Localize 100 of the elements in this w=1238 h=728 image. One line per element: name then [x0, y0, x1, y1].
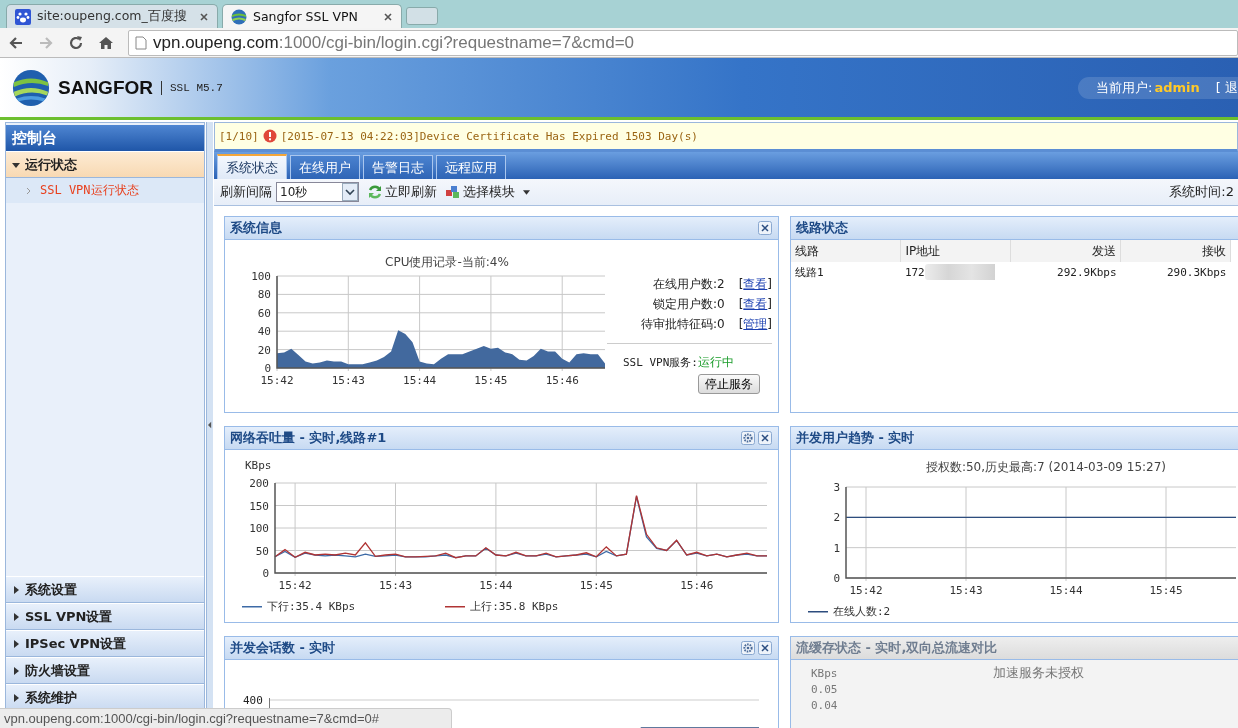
- tick-label: 400: [243, 694, 263, 707]
- collapse-icon[interactable]: [208, 421, 212, 429]
- dropdown-icon: [342, 183, 358, 201]
- warning-icon: [262, 129, 277, 143]
- sidebar-section[interactable]: 系统设置: [6, 576, 204, 603]
- tick-label: 15:43: [378, 579, 413, 592]
- tick-label: 200: [249, 477, 269, 490]
- sidebar-section[interactable]: SSL VPN设置: [6, 603, 204, 630]
- caret-icon: [523, 189, 530, 195]
- stat-link[interactable]: 管理: [743, 316, 768, 331]
- tick-label: 50: [255, 544, 269, 558]
- stat-label: 锁定用户数:0: [652, 295, 725, 313]
- tick-label: 15:46: [545, 374, 579, 387]
- panel-title: 流缓存状态 - 实时,双向总流速对比: [796, 639, 999, 657]
- back-icon[interactable]: [8, 34, 24, 51]
- column-header[interactable]: 发送: [1010, 240, 1121, 262]
- page-icon: [135, 35, 147, 50]
- service-status: 运行中: [698, 354, 734, 371]
- tab[interactable]: 远程应用: [436, 155, 506, 179]
- legend-label: 在线人数:2: [833, 604, 891, 619]
- close-icon[interactable]: [758, 431, 772, 445]
- stat-link[interactable]: 查看: [743, 276, 768, 291]
- sidebar-section[interactable]: 运行状态: [6, 151, 204, 178]
- tick-label: 40: [257, 325, 271, 339]
- module-menu-button[interactable]: 选择模块: [445, 183, 530, 201]
- stat-label: 在线用户数:2: [652, 275, 725, 293]
- bracket: ]: [767, 296, 772, 311]
- column-header[interactable]: 线路: [791, 240, 901, 262]
- table-cell: 172: [904, 265, 925, 279]
- table-cell: 线路1: [795, 265, 824, 279]
- tick-label: 15:42: [278, 579, 312, 592]
- tick-label: 15:42: [260, 374, 294, 387]
- settings-icon[interactable]: [741, 641, 755, 655]
- close-icon[interactable]: [199, 11, 209, 22]
- column-header[interactable]: IP地址: [900, 240, 1011, 262]
- user-name: admin: [1154, 80, 1200, 95]
- panel-title: 并发会话数 - 实时: [230, 639, 337, 657]
- stat-link[interactable]: 查看: [743, 296, 768, 311]
- address-field[interactable]: vpn.oupeng.com:1000/cgi-bin/login.cgi?requestname=7&cmd=0: [128, 29, 1238, 56]
- tick-label: 1: [833, 541, 840, 555]
- tick-label: 80: [257, 288, 271, 302]
- caret-icon: [12, 639, 20, 648]
- tick-label: 15:45: [579, 579, 613, 592]
- panel-title: 并发用户趋势 - 实时: [796, 429, 916, 447]
- tab[interactable]: 告警日志: [363, 155, 433, 179]
- browser-tab[interactable]: Sangfor SSL VPN: [222, 4, 402, 28]
- tick-label: 2: [833, 511, 840, 525]
- sidebar-section[interactable]: IPSec VPN设置: [6, 630, 204, 657]
- logout-link[interactable]: [ 退: [1215, 78, 1238, 97]
- user-label: 当前用户:: [1096, 78, 1153, 97]
- tick-label: 15:44: [479, 579, 513, 592]
- legend-label: 下行:35.4 KBps: [267, 599, 356, 614]
- interval-label: 刷新间隔: [220, 183, 272, 201]
- bracket: ]: [767, 316, 772, 331]
- tick-label: 0.05: [811, 682, 839, 698]
- paw-icon: [15, 8, 31, 25]
- home-icon[interactable]: [98, 34, 114, 51]
- panel-title: 系统信息: [230, 219, 283, 237]
- tick-label: 15:43: [331, 374, 365, 387]
- product-version: SSL M5.7: [170, 81, 223, 94]
- tick-label: 15:45: [1149, 584, 1183, 597]
- tick-label: 0.04: [811, 698, 839, 714]
- refresh-button[interactable]: 立即刷新: [367, 183, 437, 201]
- alert-counter[interactable]: [1/10]: [219, 129, 259, 143]
- sidebar-section[interactable]: 防火墙设置: [6, 657, 204, 684]
- stop-service-button[interactable]: 停止服务: [698, 374, 760, 394]
- tick-label: 150: [249, 499, 269, 513]
- close-icon[interactable]: [758, 641, 772, 655]
- browser-tab[interactable]: site:oupeng.com_百度搜: [6, 4, 218, 28]
- tick-label: 15:44: [1049, 584, 1083, 597]
- column-header[interactable]: 接收: [1120, 240, 1231, 262]
- tick-label: 15:46: [680, 579, 714, 592]
- tick-label: 15:45: [474, 374, 508, 387]
- tick-label: 15:44: [403, 374, 437, 387]
- tick-label: 60: [257, 306, 271, 320]
- tick-label: 0: [833, 572, 840, 585]
- link-tooltip: vpn.oupeng.com:1000/cgi-bin/login.cgi?requestname=7&cmd=0#: [0, 708, 452, 728]
- system-time: 系统时间:2: [1169, 183, 1234, 201]
- bracket: [: [738, 316, 744, 331]
- globe-icon: [231, 8, 247, 25]
- stat-label: 待审批特征码:0: [640, 315, 725, 333]
- axis-label: KBps: [245, 459, 272, 472]
- refresh-icon: [367, 184, 383, 200]
- chart-title: 授权数:50,历史最高:7 (2014-03-09 15:27): [924, 459, 1168, 475]
- settings-icon[interactable]: [741, 431, 755, 445]
- panel-title: 线路状态: [796, 219, 849, 237]
- tick-label: 3: [833, 481, 840, 494]
- tab[interactable]: 系统状态: [217, 154, 287, 179]
- caret-icon: [12, 666, 20, 675]
- chart-notice: 加速服务未授权: [992, 664, 1084, 682]
- bracket: [: [738, 296, 744, 311]
- close-icon[interactable]: [383, 11, 393, 22]
- close-icon[interactable]: [758, 221, 772, 235]
- tab[interactable]: 在线用户: [290, 155, 360, 179]
- tick-label: 100: [251, 270, 271, 283]
- table-cell: 292.9Kbps: [1057, 266, 1117, 279]
- axis-label: KBps: [811, 666, 838, 680]
- reload-icon[interactable]: [68, 34, 84, 51]
- interval-select[interactable]: 10秒: [276, 182, 359, 202]
- caret-icon: [12, 160, 20, 169]
